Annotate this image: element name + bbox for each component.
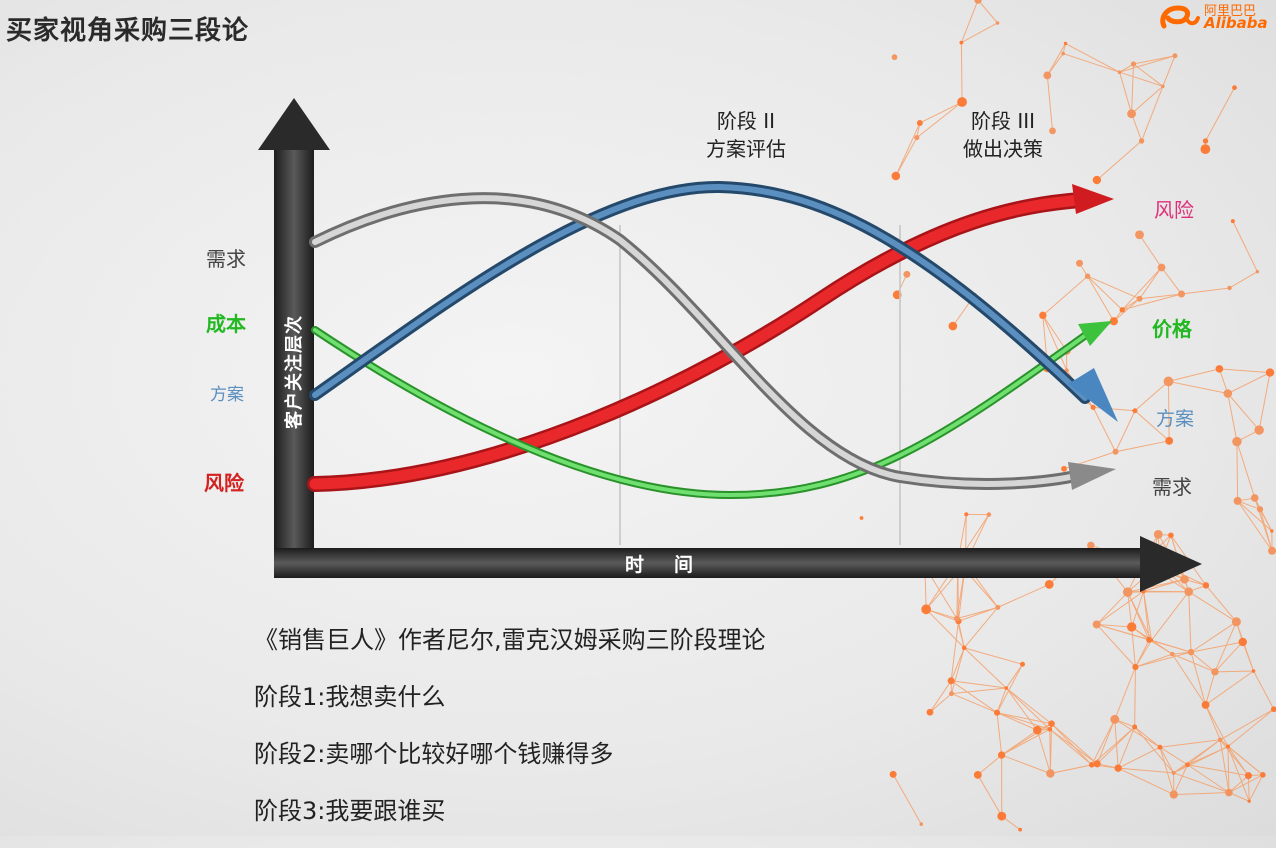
x-axis-label: 时间 [625,554,723,576]
stage3-title: 阶段 III [971,109,1035,133]
stage2-subtitle: 方案评估 [706,137,786,161]
left-label-demand: 需求 [206,247,246,271]
notes-stage1-line: 阶段1:我想卖什么 [254,677,766,734]
theory-notes: 《销售巨人》作者尼尔,雷克汉姆采购三阶段理论 阶段1:我想卖什么 阶段2:卖哪个… [254,620,766,848]
y-axis-label: 客户关注层次 [283,315,305,429]
right-label-solution: 方案 [1156,408,1194,430]
left-label-cost: 成本 [206,312,246,336]
right-label-risk: 风险 [1154,198,1194,222]
curve-risk-arrowhead [1072,184,1114,214]
stage2-title: 阶段 II [717,109,775,133]
notes-source-line: 《销售巨人》作者尼尔,雷克汉姆采购三阶段理论 [254,620,766,677]
right-label-price: 价格 [1152,317,1193,341]
curve-demand [315,198,1116,490]
right-label-demand: 需求 [1152,475,1192,499]
curve-demand-arrowhead [1068,462,1116,490]
stage3-subtitle: 做出决策 [963,137,1043,161]
left-label-risk: 风险 [204,471,245,495]
notes-stage3-line: 阶段3:我要跟谁买 [254,791,766,848]
x-axis [274,536,1202,592]
left-label-solution: 方案 [210,385,244,405]
notes-stage2-line: 阶段2:卖哪个比较好哪个钱赚得多 [254,734,766,791]
